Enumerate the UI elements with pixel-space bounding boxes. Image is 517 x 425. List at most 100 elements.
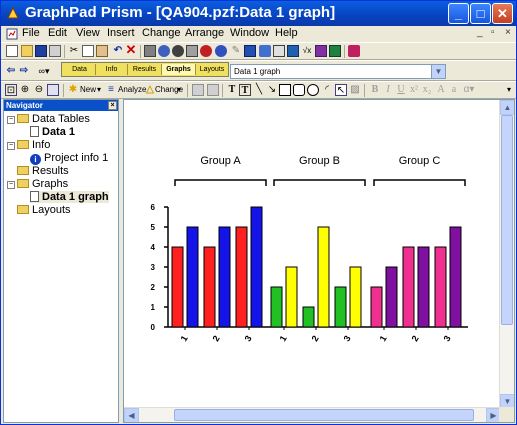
wand-icon[interactable]: ✎ xyxy=(230,45,242,57)
superscript-icon[interactable]: x² xyxy=(408,84,420,96)
collapse-icon[interactable]: − xyxy=(7,181,15,189)
new-file-icon[interactable] xyxy=(6,45,18,57)
paste-icon[interactable] xyxy=(96,45,108,57)
horizontal-scroll-thumb[interactable] xyxy=(174,409,474,421)
select-tool-icon[interactable]: ↖ xyxy=(335,84,347,96)
back-arrow-icon[interactable]: ⇦ xyxy=(5,65,17,77)
forward-arrow-icon[interactable]: ⇨ xyxy=(18,65,30,77)
arrow-tool-icon[interactable]: ↘ xyxy=(266,84,278,96)
book-icon[interactable] xyxy=(348,45,360,57)
cut-icon[interactable]: ✂ xyxy=(68,45,80,57)
menu-change[interactable]: Change xyxy=(142,27,181,39)
zoom-in-icon[interactable]: ⊕ xyxy=(19,84,31,96)
full-page-icon[interactable] xyxy=(47,84,59,96)
nav-item-data-1-graph[interactable]: Data 1 graph xyxy=(30,191,109,203)
nav-item-project-info-1[interactable]: i Project info 1 xyxy=(30,152,108,165)
sqrt-icon[interactable]: √x xyxy=(301,45,313,57)
rounded-rect-tool-icon[interactable] xyxy=(293,84,305,96)
mdi-minimize-button[interactable]: _ xyxy=(477,27,483,38)
mdi-restore-button[interactable]: ▫ xyxy=(491,27,495,38)
ellipse-tool-icon[interactable] xyxy=(307,84,319,96)
people-icon[interactable] xyxy=(259,45,271,57)
chevron-down-icon[interactable]: ▼ xyxy=(431,65,445,78)
format-axes-icon[interactable] xyxy=(192,84,204,96)
tab-layouts[interactable]: Layouts xyxy=(196,64,228,75)
camera-icon[interactable] xyxy=(172,45,184,57)
picture-tool-icon[interactable]: ▨ xyxy=(349,84,361,96)
italic-icon[interactable]: I xyxy=(382,84,394,96)
undo-icon[interactable]: ↶ xyxy=(112,45,124,57)
zoom-fit-icon[interactable]: ⊡ xyxy=(5,84,17,96)
navigator-close-icon[interactable]: × xyxy=(108,101,117,110)
menu-insert[interactable]: Insert xyxy=(107,27,135,39)
open-folder-icon[interactable] xyxy=(21,45,33,57)
new-menu-button[interactable]: New xyxy=(80,85,96,94)
nav-folder-layouts[interactable]: Layouts xyxy=(17,204,71,216)
link-icon[interactable] xyxy=(215,45,227,57)
text-tool-icon[interactable]: T xyxy=(226,84,238,96)
toolbar-options-icon[interactable]: ▾ xyxy=(503,84,515,96)
menu-edit[interactable]: Edit xyxy=(48,27,67,39)
maximize-button[interactable]: □ xyxy=(470,3,491,24)
scroll-up-icon[interactable]: ▲ xyxy=(500,100,514,115)
globe-icon[interactable] xyxy=(158,45,170,57)
menu-arrange[interactable]: Arrange xyxy=(185,27,224,39)
subscript-icon[interactable]: x₂ xyxy=(421,84,433,96)
copy-icon[interactable] xyxy=(82,45,94,57)
uppercase-icon[interactable]: A xyxy=(435,84,447,96)
bold-icon[interactable]: B xyxy=(369,84,381,96)
calculator-icon[interactable] xyxy=(273,45,285,57)
nav-folder-graphs[interactable]: − Graphs xyxy=(7,178,68,190)
matrix-icon[interactable] xyxy=(315,45,327,57)
nav-folder-info[interactable]: − Info xyxy=(7,139,50,151)
tab-results[interactable]: Results xyxy=(128,64,162,75)
table-icon[interactable] xyxy=(244,45,256,57)
close-button[interactable]: ✕ xyxy=(492,3,513,24)
tab-graphs[interactable]: Graphs xyxy=(162,64,196,75)
rectangle-tool-icon[interactable] xyxy=(279,84,291,96)
save-icon[interactable] xyxy=(35,45,47,57)
mdi-close-button[interactable]: × xyxy=(505,27,511,38)
nav-folder-results[interactable]: Results xyxy=(17,165,69,177)
zoom-out-icon[interactable]: ⊖ xyxy=(33,84,45,96)
menu-help[interactable]: Help xyxy=(275,27,298,39)
vertical-scroll-thumb[interactable] xyxy=(501,115,513,325)
format-graph-icon[interactable] xyxy=(207,84,219,96)
title-bar[interactable]: GraphPad Prism - [QA904.pzf:Data 1 graph… xyxy=(1,1,516,26)
graph-canvas[interactable]: 0 1 2 3 4 5 6 1 2 3 Group A 1 2 3 Group B 1 2 3 Group C ▲ … xyxy=(123,99,515,423)
menu-view[interactable]: View xyxy=(76,27,100,39)
scroll-left-icon[interactable]: ◀ xyxy=(124,408,139,422)
collapse-icon[interactable]: − xyxy=(7,116,15,124)
vertical-scrollbar[interactable]: ▲ ▼ xyxy=(499,100,514,409)
analyze-button[interactable]: Analyze xyxy=(118,85,146,94)
document-icon[interactable] xyxy=(6,28,18,40)
link-chain-icon[interactable]: ∞▾ xyxy=(33,65,55,77)
tab-info[interactable]: Info xyxy=(96,64,128,75)
print-icon[interactable] xyxy=(49,45,61,57)
print-preview-icon[interactable] xyxy=(144,45,156,57)
chevron-down-icon[interactable]: ▾ xyxy=(97,85,101,94)
delete-icon[interactable]: ✕ xyxy=(125,43,137,56)
tab-data[interactable]: Data xyxy=(64,64,96,75)
line-tool-icon[interactable]: ╲ xyxy=(253,84,265,96)
text-box-icon[interactable]: T xyxy=(239,84,251,96)
menu-file[interactable]: File xyxy=(22,27,40,39)
arc-tool-icon[interactable]: ◜ xyxy=(321,84,333,96)
sheet-icon[interactable] xyxy=(329,45,341,57)
sheet-selector-dropdown[interactable]: Data 1 graph ▼ xyxy=(230,64,446,79)
greek-symbol-icon[interactable]: α▾ xyxy=(463,84,475,96)
export-icon[interactable] xyxy=(186,45,198,57)
minimize-button[interactable]: _ xyxy=(448,3,469,24)
chevron-down-icon[interactable]: ▾ xyxy=(177,85,181,94)
horizontal-scrollbar[interactable]: ◀ ▶ xyxy=(124,407,501,422)
new-star-icon[interactable]: ✱ xyxy=(67,84,79,96)
nav-item-data-1[interactable]: Data 1 xyxy=(30,126,75,138)
analyze-icon[interactable]: ≡ xyxy=(105,84,117,96)
collapse-icon[interactable]: − xyxy=(7,142,15,150)
grid-icon[interactable] xyxy=(287,45,299,57)
nav-folder-data-tables[interactable]: − Data Tables xyxy=(7,113,90,125)
underline-icon[interactable]: U xyxy=(395,84,407,96)
menu-window[interactable]: Window xyxy=(230,27,269,39)
lowercase-icon[interactable]: a xyxy=(448,84,460,96)
cloud-icon[interactable] xyxy=(200,45,212,57)
